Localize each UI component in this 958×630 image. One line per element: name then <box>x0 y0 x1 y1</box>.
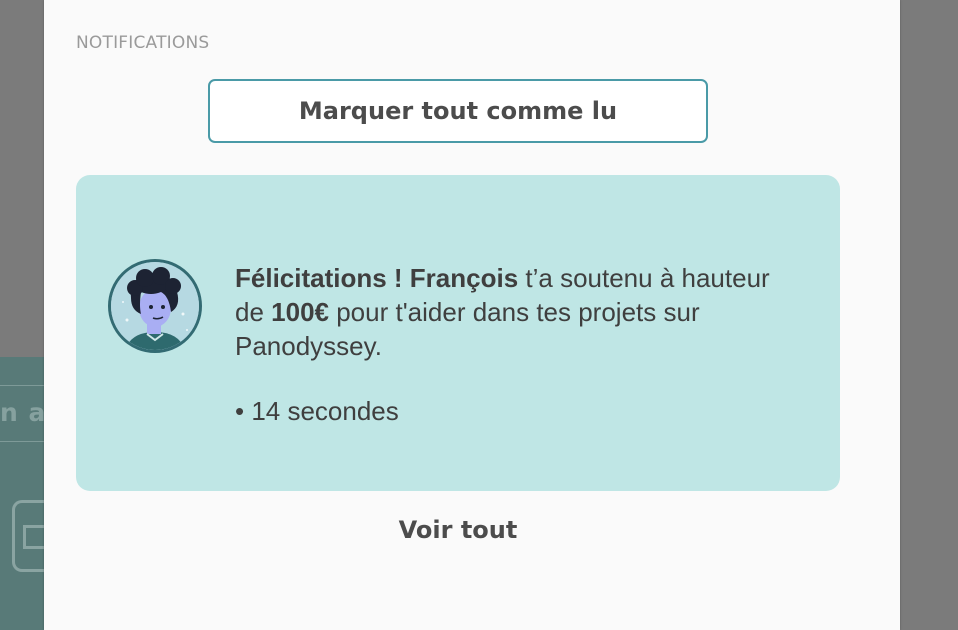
notification-item[interactable]: Félicitations ! François t’a soutenu à h… <box>76 175 840 491</box>
notification-title: Félicitations ! François <box>235 263 519 293</box>
section-title: NOTIFICATIONS <box>76 33 210 53</box>
user-avatar <box>108 259 202 353</box>
notifications-panel: NOTIFICATIONS Marquer tout comme lu Féli… <box>44 0 900 630</box>
mark-all-read-button[interactable]: Marquer tout comme lu <box>208 79 708 143</box>
user-avatar-illustration-icon <box>111 262 199 350</box>
notification-timestamp: • 14 secondes <box>235 396 399 426</box>
notification-amount: 100€ <box>271 297 329 327</box>
background-card-icon <box>12 500 49 572</box>
notification-message: Félicitations ! François t’a soutenu à h… <box>235 261 805 363</box>
background-label: n a <box>0 398 44 427</box>
see-all-link[interactable]: Voir tout <box>44 516 872 544</box>
